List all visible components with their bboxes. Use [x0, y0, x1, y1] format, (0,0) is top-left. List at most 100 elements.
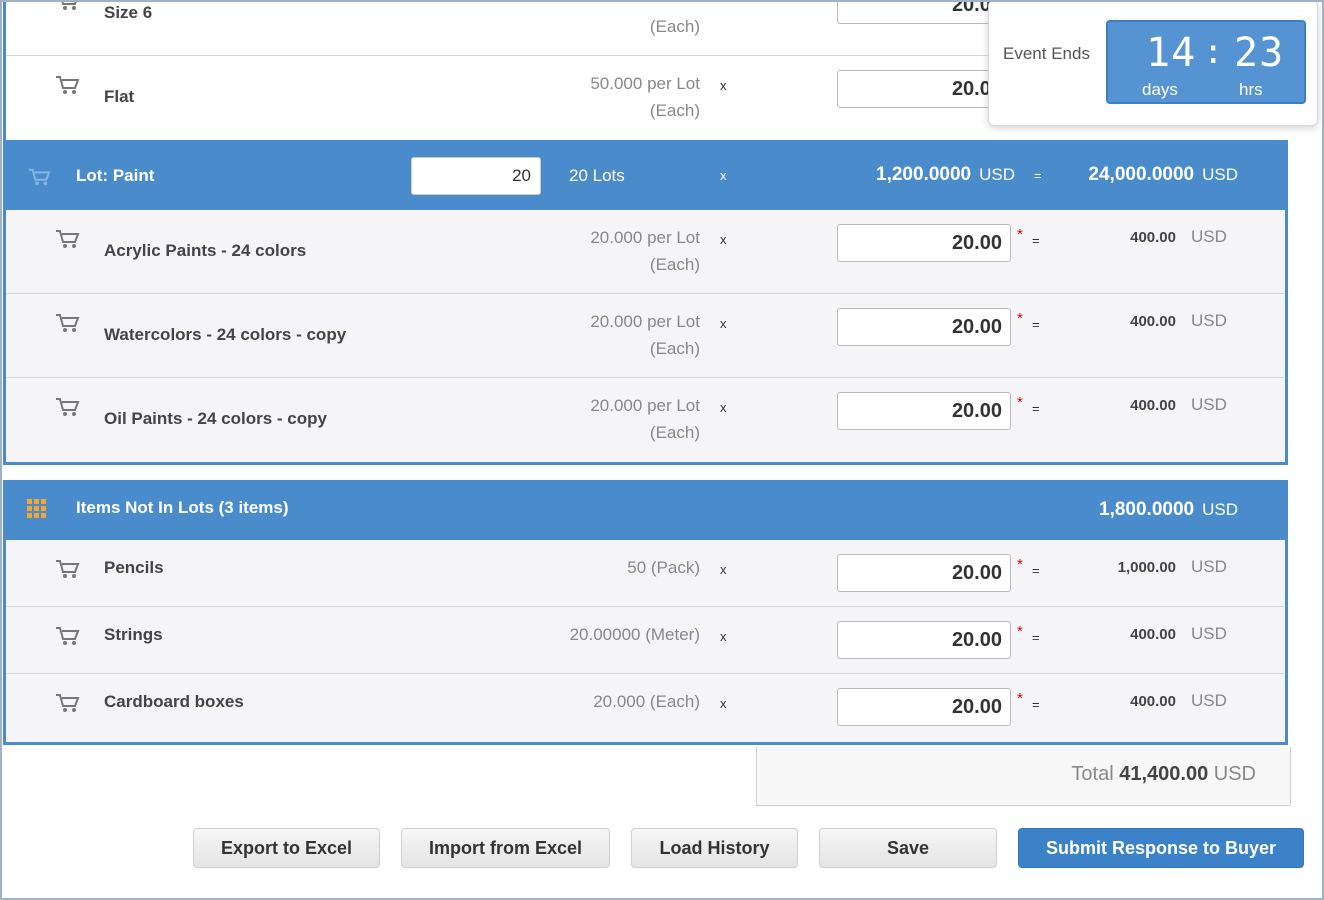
- shopping-cart-icon: [54, 228, 80, 250]
- line-total: 400.00: [1130, 693, 1176, 710]
- item-row-strings: Strings 20.00000 (Meter) x * = 400.00 US…: [6, 607, 1284, 674]
- unit-price-input[interactable]: [837, 554, 1011, 592]
- line-currency: USD: [1191, 227, 1227, 246]
- item-qty: 20.000 per Lot (Each): [590, 392, 700, 446]
- unit-price-input[interactable]: [837, 392, 1011, 430]
- section-total-currency: USD: [1202, 500, 1238, 519]
- lot-title: Lot: Paint: [76, 166, 155, 185]
- item-qty: 50.000 per Lot (Each): [590, 70, 700, 124]
- lot-total-currency: USD: [1202, 165, 1238, 184]
- section-total-value: 1,800.0000: [1099, 499, 1195, 520]
- grand-total: Total 41,400.00 USD: [756, 747, 1291, 806]
- multiply-sign: x: [720, 316, 727, 331]
- line-currency: USD: [1191, 624, 1227, 643]
- item-row-acrylic: Acrylic Paints - 24 colors 20.000 per Lo…: [6, 210, 1284, 294]
- shopping-cart-icon: [54, 625, 80, 647]
- event-countdown: Event Ends 14 : 23 days hrs: [988, 0, 1318, 126]
- item-name: Watercolors - 24 colors - copy: [104, 325, 347, 344]
- item-qty: 20.000 per Lot (Each): [590, 308, 700, 362]
- equals-sign: =: [1034, 168, 1042, 183]
- lot-total: 24,000.0000 USD: [1088, 164, 1238, 186]
- qty-per-lot: 20.000 per Lot: [590, 396, 700, 415]
- countdown-separator: :: [1203, 32, 1224, 72]
- line-total: 1,000.00: [1117, 559, 1176, 576]
- lot-header-paint: Lot: Paint 20 Lots x 1,200.0000 USD = 24,…: [3, 140, 1288, 210]
- item-qty-unit: (Each): [649, 17, 700, 36]
- grand-total-currency: USD: [1213, 763, 1256, 785]
- item-name: Strings: [104, 625, 163, 644]
- required-marker: *: [1017, 394, 1023, 411]
- equals-sign: =: [1032, 401, 1040, 416]
- countdown-days: 14: [1146, 30, 1197, 76]
- line-total: 400.00: [1130, 397, 1176, 414]
- item-qty: 20.00000 (Meter): [569, 625, 700, 644]
- event-ends-label: Event Ends: [1003, 44, 1090, 63]
- equals-sign: =: [1032, 563, 1040, 578]
- grand-total-value: 41,400.00: [1119, 763, 1209, 785]
- required-marker: *: [1017, 556, 1023, 573]
- lot-quantity-input[interactable]: [411, 157, 541, 195]
- multiply-sign: x: [720, 562, 727, 577]
- line-total: 400.00: [1130, 313, 1176, 330]
- shopping-cart-icon: [54, 396, 80, 418]
- item-row-cardboard-boxes: Cardboard boxes 20.000 (Each) x * = 400.…: [6, 674, 1284, 742]
- grid-icon: [27, 499, 47, 519]
- qty-per-lot: 50.000 per Lot: [590, 74, 700, 93]
- load-history-button[interactable]: Load History: [631, 828, 798, 868]
- section-total: 1,800.0000 USD: [1099, 499, 1238, 521]
- multiply-sign: x: [720, 400, 727, 415]
- item-name: Size 6: [104, 3, 153, 22]
- item-qty: 20.000 per Lot (Each): [590, 224, 700, 278]
- lot-border-left: [3, 0, 6, 140]
- shopping-cart-icon: [54, 0, 80, 12]
- items-not-in-lots-header: Items Not In Lots (3 items) 1,800.0000 US…: [3, 480, 1288, 540]
- unit-price-input[interactable]: [837, 0, 1011, 24]
- lot-count: 20 Lots: [569, 166, 625, 185]
- required-marker: *: [1017, 226, 1023, 243]
- shopping-cart-icon: [54, 558, 80, 580]
- line-currency: USD: [1191, 557, 1227, 576]
- lot-unit-price-currency: USD: [979, 165, 1015, 184]
- item-qty: 20.000 (Each): [593, 692, 700, 711]
- multiply-sign: x: [720, 232, 727, 247]
- section-title: Items Not In Lots (3 items): [76, 498, 289, 517]
- required-marker: *: [1017, 310, 1023, 327]
- shopping-cart-icon: [54, 312, 80, 334]
- qty-per-lot: 20.000 per Lot: [590, 312, 700, 331]
- save-button[interactable]: Save: [819, 828, 997, 868]
- line-total: 400.00: [1130, 229, 1176, 246]
- item-row-pencils: Pencils 50 (Pack) x * = 1,000.00 USD: [6, 540, 1284, 607]
- multiply-sign: x: [720, 629, 727, 644]
- lot-total-value: 24,000.0000: [1088, 164, 1195, 185]
- line-currency: USD: [1191, 311, 1227, 330]
- item-row-watercolors: Watercolors - 24 colors - copy 20.000 pe…: [6, 294, 1284, 378]
- qty-per-lot: 20.000 per Lot: [590, 228, 700, 247]
- line-total: 400.00: [1130, 626, 1176, 643]
- equals-sign: =: [1032, 233, 1040, 248]
- unit-price-input[interactable]: [837, 621, 1011, 659]
- line-currency: USD: [1191, 395, 1227, 414]
- unit-price-input[interactable]: [837, 224, 1011, 262]
- qty-unit: (Each): [649, 339, 700, 358]
- required-marker: *: [1017, 690, 1023, 707]
- unit-price-input[interactable]: [837, 70, 1011, 108]
- import-from-excel-button[interactable]: Import from Excel: [401, 828, 610, 868]
- multiply-sign: x: [720, 78, 727, 93]
- line-currency: USD: [1191, 691, 1227, 710]
- item-row-oil-paints: Oil Paints - 24 colors - copy 20.000 per…: [6, 378, 1284, 462]
- days-unit-label: days: [1142, 80, 1178, 99]
- equals-sign: =: [1032, 630, 1040, 645]
- lot-cart-icon: [27, 167, 51, 187]
- countdown-hours: 23: [1234, 30, 1285, 76]
- qty-unit: (Each): [649, 423, 700, 442]
- item-name: Cardboard boxes: [104, 692, 244, 711]
- item-name: Acrylic Paints - 24 colors: [104, 241, 307, 260]
- export-to-excel-button[interactable]: Export to Excel: [193, 828, 380, 868]
- unit-price-input[interactable]: [837, 308, 1011, 346]
- grand-total-label: Total: [1071, 763, 1114, 785]
- item-name: Oil Paints - 24 colors - copy: [104, 409, 327, 428]
- submit-response-button[interactable]: Submit Response to Buyer: [1018, 828, 1304, 868]
- qty-unit: (Each): [649, 101, 700, 120]
- lot-unit-price: 1,200.0000 USD: [876, 164, 1015, 186]
- unit-price-input[interactable]: [837, 688, 1011, 726]
